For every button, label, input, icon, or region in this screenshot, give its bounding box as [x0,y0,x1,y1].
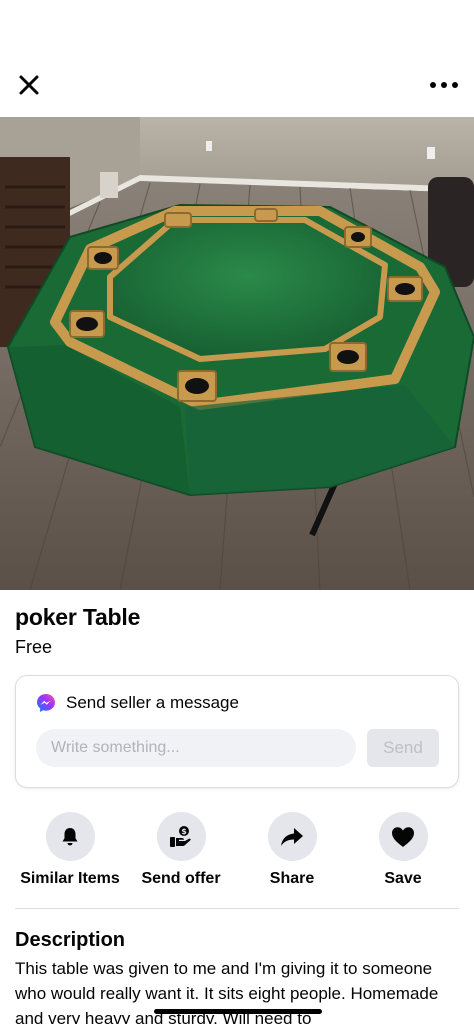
send-button[interactable]: Send [367,729,439,767]
svg-text:$: $ [181,827,187,836]
share-label: Share [269,870,315,887]
share-circle[interactable] [267,812,317,861]
more-options-button[interactable] [426,72,462,98]
save-button[interactable]: Save [348,812,458,888]
save-circle[interactable] [378,812,428,861]
offer-hand-icon: $ [170,825,191,847]
send-offer-circle[interactable]: $ [156,812,206,861]
messenger-icon [37,694,55,712]
action-bar: Similar Items $ Send offer Share Save [0,812,474,892]
message-card-heading: Send seller a message [66,693,239,712]
description-heading: Description [15,929,126,951]
save-label: Save [384,870,422,887]
poker-table-photo [0,117,474,590]
section-divider [15,908,459,909]
share-arrow-icon [281,827,303,846]
heart-icon [392,826,414,847]
listing-title: poker Table [15,604,141,630]
bell-icon [62,827,78,845]
message-card-header: Send seller a message [36,693,239,713]
similar-items-button[interactable]: Similar Items [15,812,125,888]
send-offer-label: Send offer [141,870,221,887]
home-indicator[interactable] [154,1009,322,1014]
send-message-card: Send seller a message Send [15,675,459,788]
top-bar [0,0,474,117]
close-icon [19,75,39,95]
similar-items-circle[interactable] [45,812,95,861]
close-button[interactable] [14,70,44,100]
listing-price: Free [15,637,53,657]
more-horizontal-icon [430,82,458,88]
similar-items-label: Similar Items [20,870,120,887]
listing-photo[interactable] [0,117,474,590]
message-input[interactable] [36,729,356,767]
send-offer-button[interactable]: $ Send offer [126,812,236,888]
share-button[interactable]: Share [237,812,347,888]
